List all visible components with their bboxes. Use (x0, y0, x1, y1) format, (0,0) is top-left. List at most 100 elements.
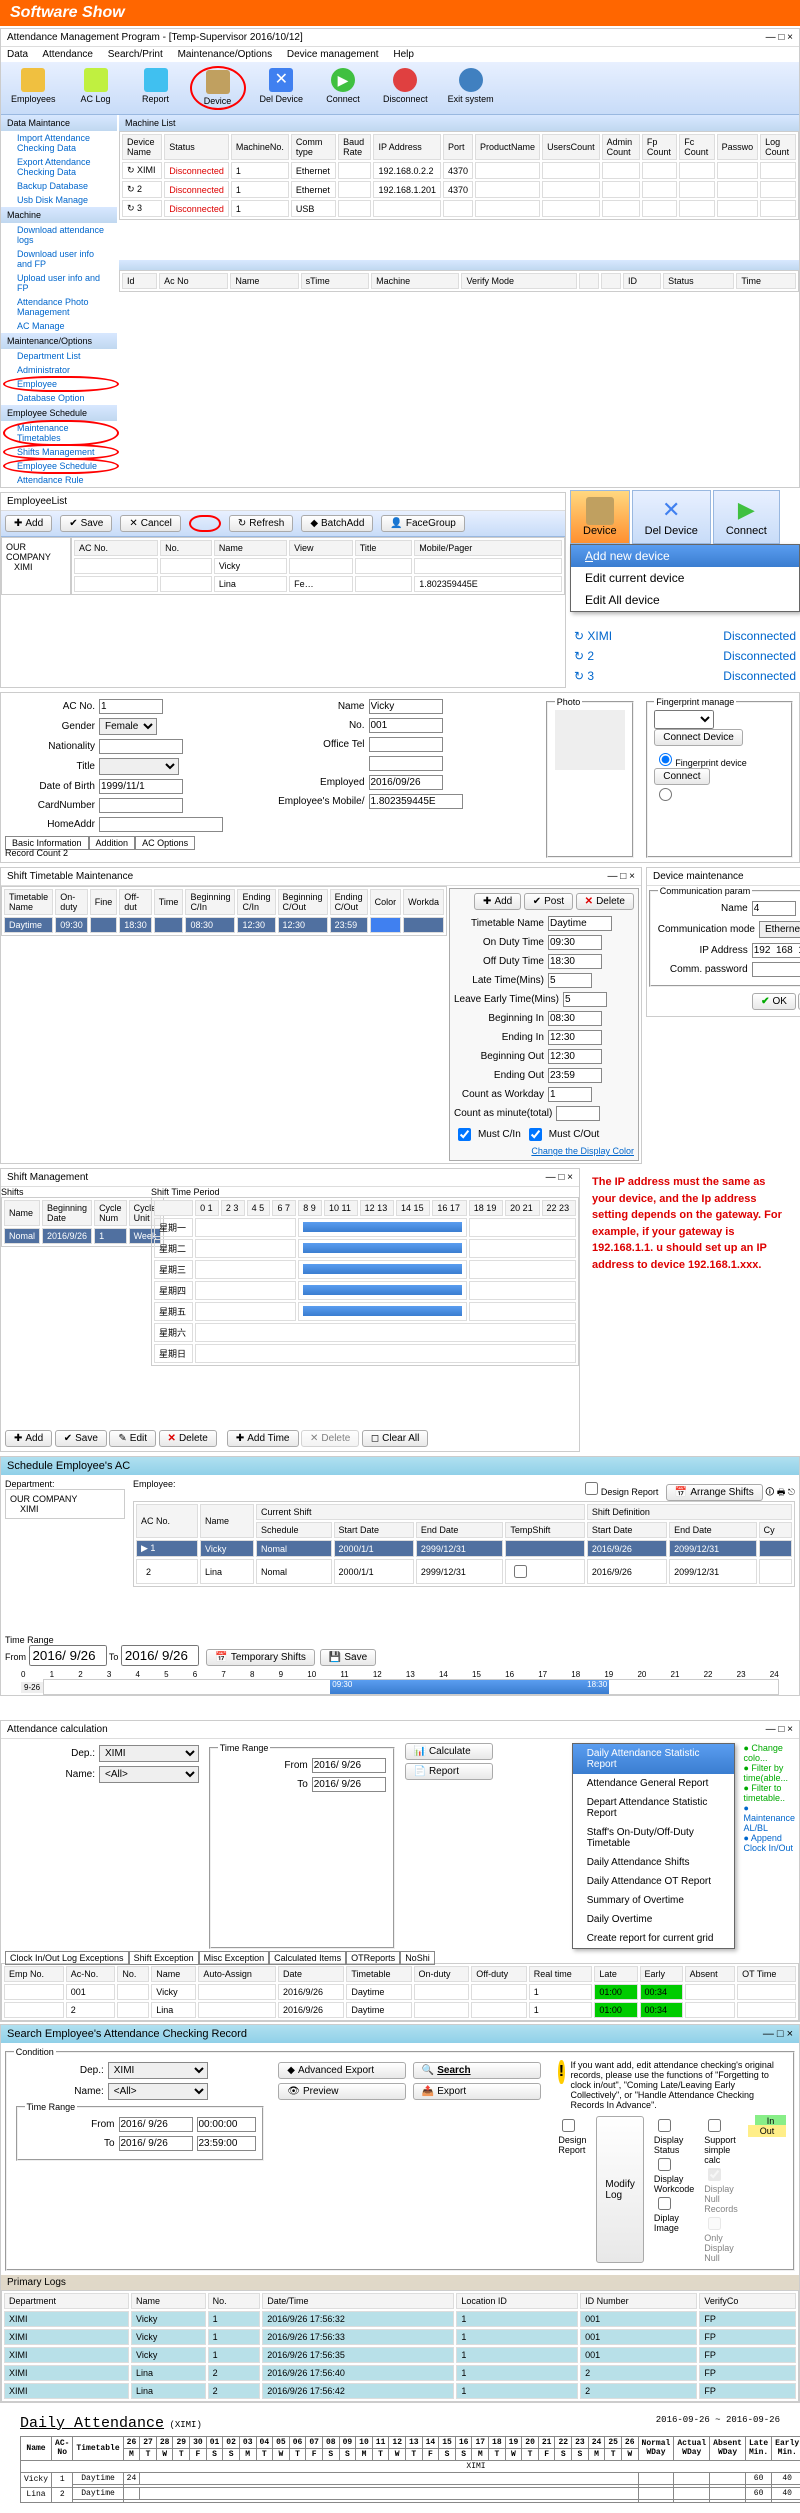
stt-post[interactable]: ✔ Post (524, 893, 573, 910)
arrange-shifts[interactable]: 📅 Arrange Shifts (666, 1484, 763, 1501)
connect-device-btn[interactable]: Connect Device (654, 729, 743, 746)
modify-log[interactable]: Modify Log (596, 2116, 643, 2263)
sea-tree[interactable]: OUR COMPANYXIMI (5, 1489, 125, 1519)
leave-input[interactable] (563, 992, 607, 1007)
side-dept[interactable]: Department List (1, 349, 117, 363)
dob-input[interactable] (99, 779, 183, 794)
emp-row[interactable]: Vicky (74, 558, 562, 574)
mco-check[interactable] (529, 1128, 542, 1141)
emplist-facegroup[interactable]: 👤 FaceGroup (381, 515, 464, 532)
side-maint-opts[interactable]: Maintenance/Options (1, 333, 117, 349)
side-machine[interactable]: Machine (1, 207, 117, 223)
sr-t2[interactable] (197, 2136, 256, 2151)
sr-name[interactable]: <All> (108, 2083, 208, 2100)
bi-input[interactable] (548, 1011, 602, 1026)
sr-from[interactable] (119, 2117, 193, 2132)
tab-shift[interactable]: Shift Exception (129, 1951, 199, 1965)
menu-add-device[interactable]: Add new device (571, 545, 799, 567)
rpt-shifts[interactable]: Daily Attendance Shifts (573, 1853, 735, 1872)
fp-select[interactable] (654, 710, 714, 729)
tab-noshi[interactable]: NoShi (400, 1951, 435, 1965)
adv-export[interactable]: ◆ Advanced Export (278, 2062, 406, 2079)
tab-log[interactable]: Clock In/Out Log Exceptions (5, 1951, 129, 1965)
title-select[interactable] (99, 758, 179, 775)
temp-shifts[interactable]: 📅 Temporary Shifts (206, 1649, 314, 1666)
dm-ip[interactable] (752, 943, 800, 958)
ac-to[interactable] (312, 1777, 386, 1792)
tool-exit[interactable]: Exit system (442, 66, 500, 110)
report-btn[interactable]: 📄 Report (405, 1763, 493, 1780)
side-ul-user[interactable]: Upload user info and FP (1, 271, 117, 295)
tab-add[interactable]: Addition (89, 836, 136, 850)
ei-input[interactable] (548, 1030, 602, 1045)
preview-btn[interactable]: 👁 Preview (278, 2083, 406, 2100)
side-emp-sched[interactable]: Employee Schedule (1, 405, 117, 421)
menu-attendance[interactable]: Attendance (42, 49, 93, 60)
emplist-cancel[interactable]: ✕ Cancel (120, 515, 181, 532)
emp-row[interactable]: LinaFe…1.802359445E (74, 576, 562, 592)
mci-check[interactable] (458, 1128, 471, 1141)
stt-add[interactable]: ✚ Add (474, 893, 521, 910)
tab-ot[interactable]: OTReports (346, 1951, 400, 1965)
sr-dep[interactable]: XIMI (108, 2062, 208, 2079)
tab-misc[interactable]: Misc Exception (199, 1951, 270, 1965)
nat-input[interactable] (99, 739, 183, 754)
addr-input[interactable] (99, 817, 223, 832)
ds-check[interactable] (658, 2119, 671, 2132)
side-ac-manage[interactable]: AC Manage (1, 319, 117, 333)
menu-search[interactable]: Search/Print (108, 49, 163, 60)
side-admin[interactable]: Administrator (1, 363, 117, 377)
stt-delete[interactable]: ✕ Delete (576, 893, 634, 910)
sr-grid[interactable]: DepartmentNameNo.Date/TimeLocation IDID … (1, 2290, 799, 2402)
dm-cmode[interactable]: Ethernet (759, 921, 800, 938)
fp-r2[interactable] (659, 788, 672, 801)
caw-input[interactable] (548, 1087, 592, 1102)
menu-edit-all[interactable]: Edit All device (571, 589, 799, 611)
filter-time[interactable]: Filter by time(able... (743, 1763, 788, 1783)
tool-employees[interactable]: Employees (5, 66, 62, 110)
emplist-add[interactable]: ✚ Add (5, 515, 52, 532)
side-dl-logs[interactable]: Download attendance logs (1, 223, 117, 247)
rpt-general[interactable]: Attendance General Report (573, 1774, 735, 1793)
side-shifts[interactable]: Shifts Management (1, 445, 117, 459)
dw-check[interactable] (658, 2158, 671, 2171)
change-color[interactable]: Change colo... (743, 1743, 782, 1763)
rpt-sum-ot[interactable]: Summary of Overtime (573, 1891, 735, 1910)
emplist-save[interactable]: ✔ Save (60, 515, 112, 532)
side-data-maint[interactable]: Data Maintance (1, 115, 117, 131)
tool-report[interactable]: Report (130, 66, 182, 110)
acno-input[interactable] (99, 699, 163, 714)
fp-device-radio[interactable] (659, 753, 672, 766)
side-employee[interactable]: Employee (1, 377, 117, 391)
tab-calc[interactable]: Calculated Items (269, 1951, 346, 1965)
emplist-refresh[interactable]: ↻ Refresh (229, 515, 293, 532)
sea-save[interactable]: 💾 Save (320, 1649, 376, 1666)
filter-tt[interactable]: Filter to timetable.. (743, 1783, 785, 1803)
shift-row[interactable]: Nomal2016/9/261Week (4, 1228, 161, 1244)
shifts-grid[interactable]: NameBeginning DateCycle NumCycle Unit No… (1, 1197, 164, 1247)
sr-t1[interactable] (197, 2117, 256, 2132)
maint-albl[interactable]: Maintenance AL/BL (743, 1813, 795, 1833)
menu-help[interactable]: Help (393, 49, 414, 60)
calc-btn[interactable]: 📊 Calculate (405, 1743, 493, 1760)
sm-addtime[interactable]: ✚ Add Time (227, 1430, 299, 1447)
dm-pwd[interactable] (752, 962, 800, 977)
menu-data[interactable]: Data (7, 49, 28, 60)
tab-ac[interactable]: AC Options (135, 836, 195, 850)
sm-del[interactable]: ✕ Delete (159, 1430, 217, 1447)
side-import[interactable]: Import Attendance Checking Data (1, 131, 117, 155)
emplist-batch[interactable]: ◆ BatchAdd (301, 515, 373, 532)
side-backup[interactable]: Backup Database (1, 179, 117, 193)
side-emp-schedule[interactable]: Employee Schedule (1, 459, 117, 473)
tool-device[interactable]: Device (190, 66, 246, 110)
stt-row[interactable]: Daytime 09:3018:3008:3012:3012:3023:59 (4, 917, 444, 933)
sm-edit[interactable]: ✎ Edit (109, 1430, 156, 1447)
di-check[interactable] (658, 2197, 671, 2210)
machine-grid[interactable]: Device NameStatusMachineNo.Comm typeBaud… (119, 131, 799, 220)
no-input[interactable] (369, 718, 443, 733)
side-export[interactable]: Export Attendance Checking Data (1, 155, 117, 179)
rpt-create[interactable]: Create report for current grid (573, 1929, 735, 1948)
ac-name[interactable]: <All> (99, 1766, 199, 1783)
popup-del-device[interactable]: ✕Del Device (632, 490, 711, 544)
sea-row[interactable]: ▶ 1VickyNomal2000/1/12999/12/312016/9/26… (136, 1540, 792, 1557)
